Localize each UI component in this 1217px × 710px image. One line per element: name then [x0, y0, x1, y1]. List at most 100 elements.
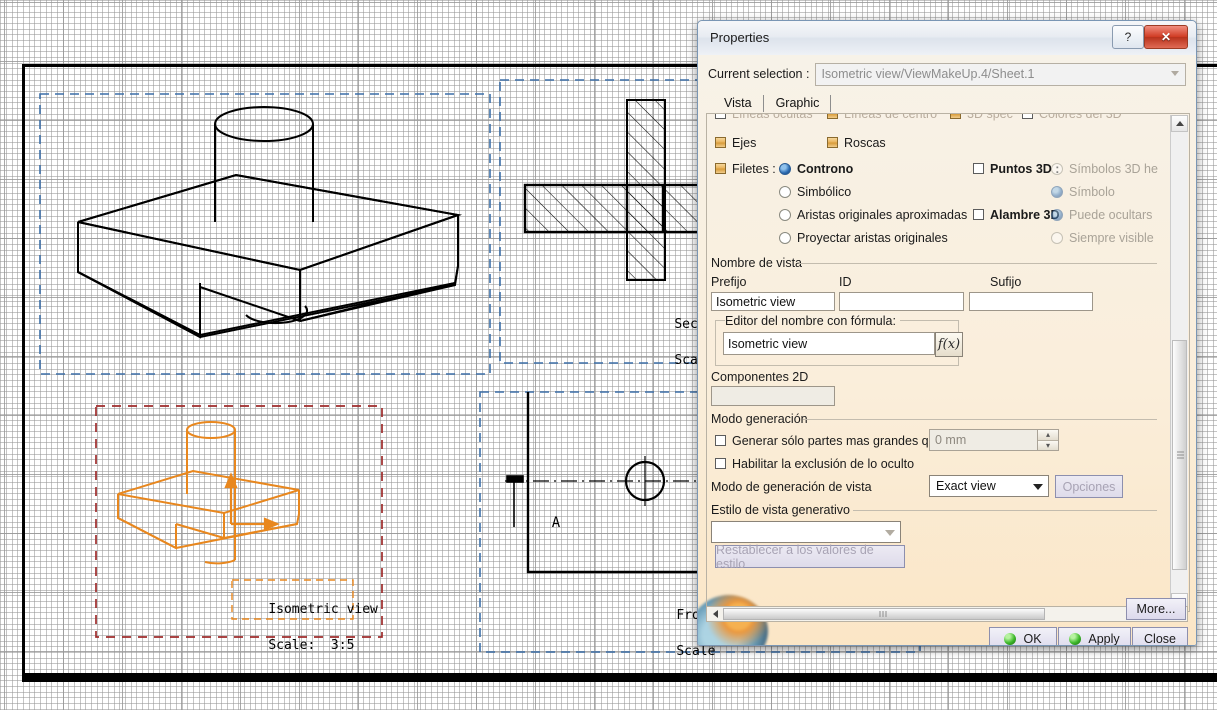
checkbox-puntos-3d[interactable]: [973, 163, 984, 174]
label-componentes-2d: Componentes 2D: [711, 370, 809, 384]
input-prefijo[interactable]: Isometric view: [711, 292, 835, 311]
radio-puede-ocultarse[interactable]: Puede ocultars: [1051, 208, 1152, 222]
group-divider-modo-generacion: [803, 419, 1157, 420]
radio-icon-simbolos-3d-he[interactable]: [1051, 163, 1063, 175]
input-componentes-2d[interactable]: [711, 386, 835, 406]
close-button[interactable]: Close: [1132, 627, 1188, 645]
checkbox-ejes[interactable]: [715, 137, 726, 148]
checkbox-row-roscas[interactable]: Roscas: [827, 136, 886, 150]
clipped-row-colores-del-3d[interactable]: Colores del 3D: [1022, 114, 1122, 121]
radio-filetes-controno[interactable]: Controno: [779, 162, 853, 176]
clipped-row-3d-spec[interactable]: 3D spec: [950, 114, 1013, 121]
radio-filetes-aristas-aproximadas[interactable]: Aristas originales aproximadas: [779, 208, 967, 222]
checkbox-row-ejes[interactable]: Ejes: [715, 136, 756, 150]
tab-bar[interactable]: Vista Graphic: [712, 91, 832, 113]
section-arrow-letter-a: A: [551, 515, 561, 531]
clipped-row-lineas-ocultas[interactable]: Líneas ocultas: [715, 114, 813, 121]
current-selection-label: Current selection :: [708, 67, 810, 81]
sheet-frame-left: [22, 64, 25, 676]
radio-filetes-proyectar-aristas[interactable]: Proyectar aristas originales: [779, 231, 948, 245]
horizontal-scroll-thumb[interactable]: [723, 608, 1045, 620]
chevron-down-icon: [1171, 70, 1179, 76]
label-modo-generacion-vista: Modo de generación de vista: [711, 480, 872, 494]
radio-icon-simbolico[interactable]: [779, 186, 791, 198]
spinner-tamano-minimo[interactable]: 0 mm ▴ ▾: [929, 429, 1059, 451]
clipped-row-lineas-de-centro[interactable]: Líneas de centro: [827, 114, 937, 121]
spinner-up-icon[interactable]: ▴: [1038, 430, 1058, 441]
isometric-view-label: Isometric view Scale: 3:5: [268, 602, 378, 653]
vertical-scrollbar[interactable]: [1170, 115, 1188, 610]
help-icon[interactable]: ?: [1112, 25, 1144, 49]
vertical-scroll-thumb[interactable]: [1172, 340, 1187, 570]
properties-scroll-pane[interactable]: Líneas ocultas Líneas de centro 3D spec …: [706, 113, 1190, 612]
sheet-frame-bottom: [22, 673, 1217, 682]
checkbox-alambre-3d[interactable]: [973, 209, 984, 220]
checkbox-row-filetes[interactable]: Filetes :: [715, 162, 776, 176]
triangle-left-icon: [712, 610, 718, 618]
radio-simbolo[interactable]: Símbolo: [1051, 185, 1115, 199]
current-selection-combo[interactable]: Isometric view/ViewMakeUp.4/Sheet.1: [815, 62, 1186, 86]
tab-graphic[interactable]: Graphic: [764, 94, 832, 113]
chevron-down-icon-estilo: [885, 530, 895, 536]
dialog-body: Current selection : Isometric view/ViewM…: [698, 55, 1196, 645]
checkbox-lineas-ocultas[interactable]: [715, 114, 726, 119]
combo-modo-generacion-vista[interactable]: Exact view: [929, 475, 1049, 497]
group-title-modo-generacion: Modo generación: [711, 412, 808, 426]
label-sufijo: Sufijo: [990, 275, 1022, 289]
radio-simbolos-3d-he[interactable]: Símbolos 3D he: [1051, 162, 1158, 176]
scroll-up-button[interactable]: [1171, 115, 1188, 132]
spinner-down-icon[interactable]: ▾: [1038, 440, 1058, 450]
opciones-button[interactable]: Opciones: [1055, 475, 1123, 498]
radio-icon-aristas-aproximadas[interactable]: [779, 209, 791, 221]
chevron-down-icon-modo: [1033, 484, 1043, 490]
checkbox-row-alambre-3d[interactable]: Alambre 3D: [973, 208, 1059, 222]
label-prefijo: Prefijo: [711, 275, 747, 289]
input-id[interactable]: [839, 292, 964, 311]
radio-icon-controno[interactable]: [779, 163, 791, 175]
properties-dialog[interactable]: Properties ? ✕ Current selection : Isome…: [697, 20, 1197, 646]
scroll-left-button[interactable]: [707, 607, 723, 621]
checkbox-roscas[interactable]: [827, 137, 838, 148]
fx-button[interactable]: f(x): [935, 332, 963, 357]
checkbox-filetes[interactable]: [715, 163, 726, 174]
restablecer-estilo-button[interactable]: Restablecer a los valores de estilo: [715, 543, 905, 571]
input-formula-editor[interactable]: Isometric view: [723, 332, 935, 355]
group-title-estilo-vista: Estilo de vista generativo: [711, 503, 850, 517]
radio-icon-simbolo[interactable]: [1051, 186, 1063, 198]
more-button[interactable]: More...: [1126, 598, 1186, 620]
radio-siempre-visible[interactable]: Siempre visible: [1051, 231, 1154, 245]
combo-modo-value: Exact view: [936, 479, 996, 493]
triangle-up-icon: [1175, 121, 1184, 126]
scroll-grip-icon: [1177, 451, 1184, 459]
checkbox-lineas-de-centro[interactable]: [827, 114, 838, 119]
spinner-value: 0 mm: [935, 433, 967, 447]
group-divider-nombre-de-vista: [799, 263, 1157, 264]
group-title-formula-editor: Editor del nombre con fórmula:: [725, 314, 900, 328]
checkbox-row-habilitar-exclusion[interactable]: Habilitar la exclusión de lo oculto: [715, 457, 914, 471]
close-icon[interactable]: ✕: [1144, 25, 1188, 49]
radio-icon-siempre-visible[interactable]: [1051, 232, 1063, 244]
radio-icon-proyectar-aristas[interactable]: [779, 232, 791, 244]
spinner-buttons[interactable]: ▴ ▾: [1037, 430, 1058, 450]
tab-vista[interactable]: Vista: [712, 94, 764, 113]
dialog-title: Properties: [710, 30, 770, 45]
combo-estilo-vista[interactable]: [711, 521, 901, 543]
ok-button[interactable]: OK: [989, 627, 1057, 645]
checkbox-row-generar-solo-partes[interactable]: Generar sólo partes mas grandes que: [715, 434, 943, 448]
horizontal-scrollbar[interactable]: [706, 606, 1188, 622]
group-title-nombre-de-vista: Nombre de vista: [711, 256, 803, 270]
checkbox-habilitar-exclusion[interactable]: [715, 458, 726, 469]
green-led-icon-apply: [1069, 633, 1082, 645]
radio-filetes-simbolico[interactable]: Simbólico: [779, 185, 851, 199]
checkbox-generar-solo-partes[interactable]: [715, 435, 726, 446]
dialog-titlebar[interactable]: Properties ? ✕: [698, 21, 1196, 56]
checkbox-3d-spec[interactable]: [950, 114, 961, 119]
checkbox-row-puntos-3d[interactable]: Puntos 3D :: [973, 162, 1059, 176]
apply-button[interactable]: Apply: [1058, 627, 1131, 645]
current-selection-row: Current selection : Isometric view/ViewM…: [708, 62, 1186, 86]
hscroll-grip-icon: [879, 611, 889, 617]
properties-pane-content: Líneas ocultas Líneas de centro 3D spec …: [707, 114, 1166, 592]
input-sufijo[interactable]: [969, 292, 1093, 311]
checkbox-colores-del-3d[interactable]: [1022, 114, 1033, 119]
radio-icon-puede-ocultarse[interactable]: [1051, 209, 1063, 221]
